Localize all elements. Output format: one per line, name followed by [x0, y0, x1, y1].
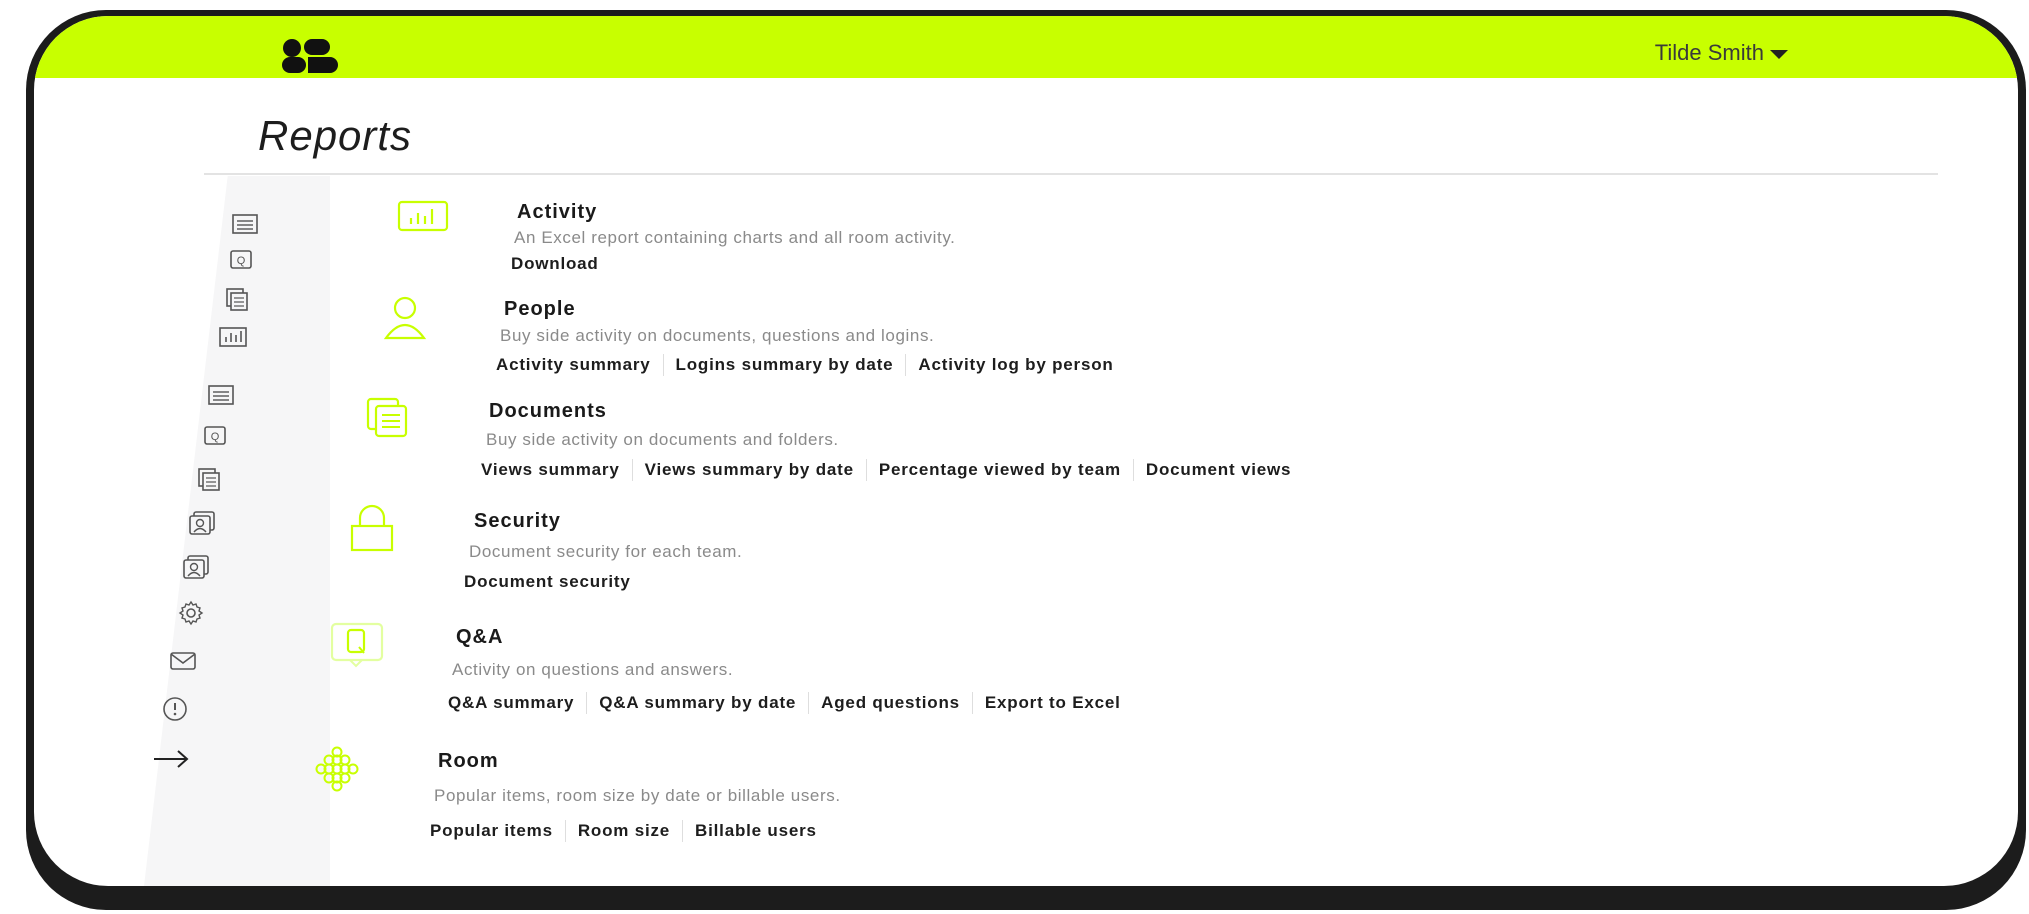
qa-icon[interactable]: Q — [200, 424, 230, 450]
link-separator — [808, 692, 810, 714]
link-separator — [971, 692, 973, 714]
svg-text:Q: Q — [211, 431, 220, 443]
report-title: Q&A — [456, 626, 504, 648]
chevron-down-icon — [1770, 49, 1788, 59]
document-list-icon[interactable] — [230, 212, 260, 238]
qa-summary-by-date-link[interactable]: Q&A summary by date — [599, 693, 796, 713]
report-title: Documents — [489, 400, 607, 422]
link-separator — [865, 459, 867, 481]
link-separator — [905, 354, 907, 376]
report-links: Download — [511, 254, 599, 274]
arrow-right-icon[interactable] — [152, 746, 192, 772]
document-views-link[interactable]: Document views — [1146, 460, 1291, 480]
mail-icon[interactable] — [168, 648, 198, 674]
alert-icon[interactable] — [160, 696, 190, 722]
link-separator — [1132, 459, 1134, 481]
documents-icon[interactable] — [194, 466, 224, 492]
aged-questions-link[interactable]: Aged questions — [821, 693, 960, 713]
report-description: An Excel report containing charts and al… — [514, 228, 956, 247]
activity-log-by-person-link[interactable]: Activity log by person — [918, 355, 1113, 375]
report-links: Activity summary Logins summary by date … — [496, 354, 1114, 376]
link-separator — [662, 354, 664, 376]
billable-users-link[interactable]: Billable users — [695, 821, 817, 841]
report-description: Activity on questions and answers. — [452, 660, 734, 679]
report-links: Views summary Views summary by date Perc… — [481, 459, 1291, 481]
top-bar: Tilde Smith — [34, 16, 2018, 78]
page-title: Reports — [258, 112, 413, 159]
document-list-icon[interactable] — [206, 383, 236, 409]
document-security-link[interactable]: Document security — [464, 572, 631, 592]
room-icon — [306, 746, 368, 792]
link-separator — [682, 820, 684, 842]
lock-icon — [346, 504, 398, 554]
divider — [204, 173, 1938, 175]
logo-icon[interactable] — [280, 38, 340, 74]
link-separator — [631, 459, 633, 481]
person-icon — [380, 294, 430, 342]
people-icon[interactable] — [188, 510, 218, 536]
svg-text:Q: Q — [237, 255, 246, 267]
download-link[interactable]: Download — [511, 254, 599, 274]
percentage-viewed-by-team-link[interactable]: Percentage viewed by team — [879, 460, 1121, 480]
link-separator — [586, 692, 588, 714]
logins-summary-by-date-link[interactable]: Logins summary by date — [676, 355, 894, 375]
device-frame: Tilde Smith Reports Q Q Activity An Exce… — [26, 10, 2026, 910]
sidebar — [144, 176, 330, 886]
report-description: Buy side activity on documents, question… — [500, 326, 935, 345]
activity-summary-link[interactable]: Activity summary — [496, 355, 651, 375]
report-description: Popular items, room size by date or bill… — [434, 786, 841, 805]
report-description: Buy side activity on documents and folde… — [486, 430, 839, 449]
export-to-excel-link[interactable]: Export to Excel — [985, 693, 1121, 713]
qa-icon — [328, 620, 386, 670]
report-links: Document security — [464, 572, 631, 592]
people-icon[interactable] — [182, 554, 212, 580]
popular-items-link[interactable]: Popular items — [430, 821, 553, 841]
report-title: People — [504, 298, 576, 320]
app-screen: Tilde Smith Reports Q Q Activity An Exce… — [34, 16, 2018, 886]
documents-icon — [364, 396, 416, 440]
views-summary-link[interactable]: Views summary — [481, 460, 620, 480]
report-description: Document security for each team. — [469, 542, 743, 561]
views-summary-by-date-link[interactable]: Views summary by date — [645, 460, 854, 480]
report-title: Security — [474, 510, 561, 532]
report-title: Activity — [517, 201, 598, 223]
room-size-link[interactable]: Room size — [578, 821, 670, 841]
user-menu[interactable]: Tilde Smith — [1655, 40, 1788, 66]
link-separator — [564, 820, 566, 842]
user-name: Tilde Smith — [1654, 40, 1764, 65]
report-links: Q&A summary Q&A summary by date Aged que… — [448, 692, 1121, 714]
report-title: Room — [438, 750, 499, 772]
chart-icon[interactable] — [218, 324, 248, 350]
chart-icon — [396, 196, 452, 236]
qa-icon[interactable]: Q — [226, 248, 256, 274]
gear-icon[interactable] — [176, 600, 206, 626]
documents-icon[interactable] — [222, 286, 252, 312]
qa-summary-link[interactable]: Q&A summary — [448, 693, 574, 713]
report-links: Popular items Room size Billable users — [430, 820, 817, 842]
